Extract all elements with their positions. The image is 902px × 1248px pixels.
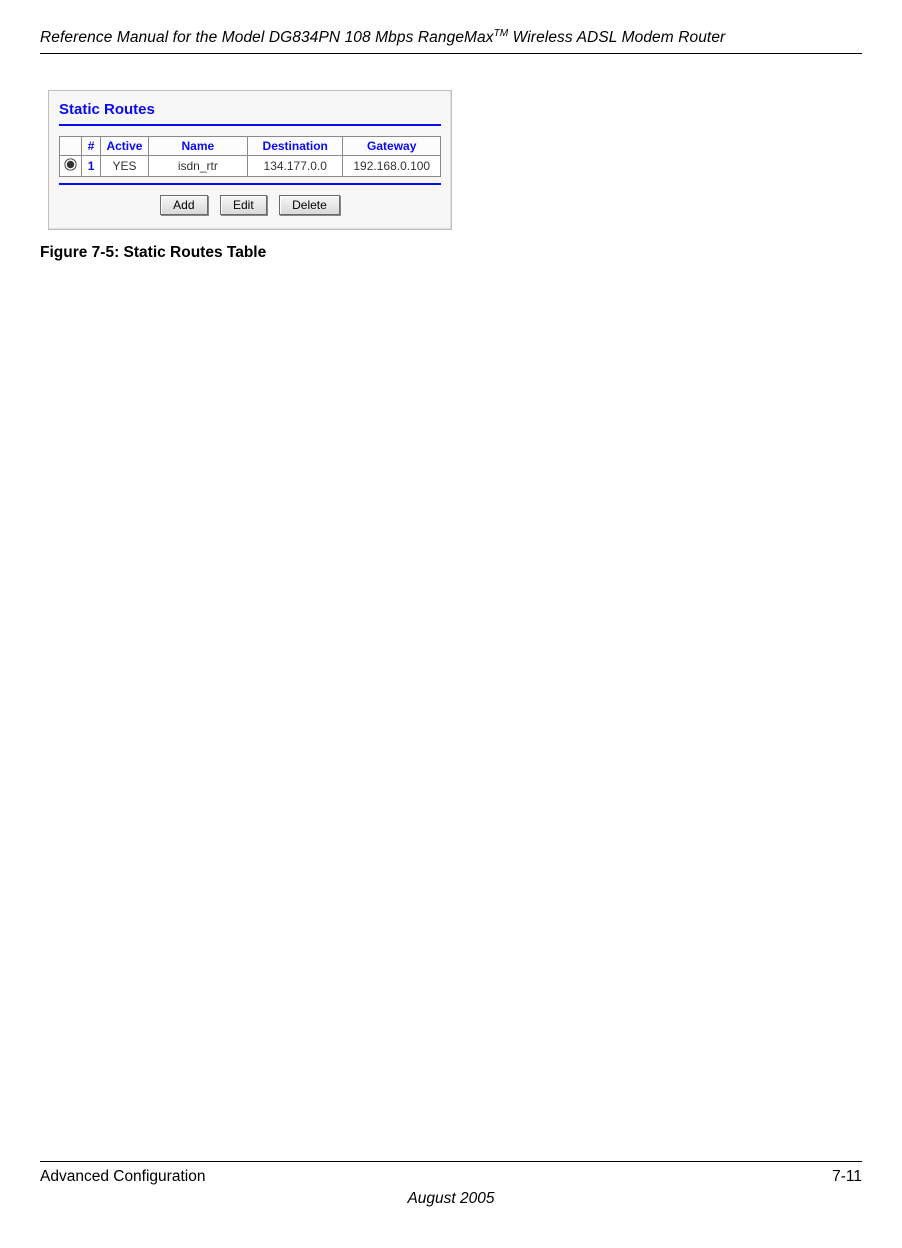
header-rule	[40, 53, 862, 54]
table-header-row: # Active Name Destination Gateway	[60, 137, 441, 156]
figure-caption: Figure 7-5: Static Routes Table	[40, 244, 862, 262]
row-name-cell: isdn_rtr	[148, 156, 247, 177]
static-routes-panel: Static Routes # Active Name Destination …	[48, 90, 452, 230]
header-title-suffix: Wireless ADSL Modem Router	[508, 29, 725, 46]
col-header-destination: Destination	[247, 137, 342, 156]
static-routes-screenshot: Static Routes # Active Name Destination …	[48, 90, 862, 230]
delete-button[interactable]: Delete	[279, 195, 340, 215]
footer-row: Advanced Configuration 7-11	[40, 1168, 862, 1186]
panel-divider-top	[59, 124, 441, 126]
col-header-gateway: Gateway	[343, 137, 441, 156]
page-spacer	[40, 262, 862, 1161]
col-header-radio	[60, 137, 82, 156]
row-num-cell: 1	[82, 156, 101, 177]
row-gateway-cell: 192.168.0.100	[343, 156, 441, 177]
footer-rule	[40, 1161, 862, 1162]
footer-date: August 2005	[40, 1190, 862, 1208]
table-row[interactable]: 1 YES isdn_rtr 134.177.0.0 192.168.0.100	[60, 156, 441, 177]
button-row: Add Edit Delete	[59, 195, 441, 215]
footer-section-title: Advanced Configuration	[40, 1168, 205, 1186]
row-active-cell: YES	[101, 156, 148, 177]
footer-page-number: 7-11	[832, 1168, 862, 1186]
add-button[interactable]: Add	[160, 195, 207, 215]
col-header-active: Active	[101, 137, 148, 156]
row-radio-cell[interactable]	[60, 156, 82, 177]
static-routes-table: # Active Name Destination Gateway 1 YES	[59, 136, 441, 177]
page-header: Reference Manual for the Model DG834PN 1…	[40, 28, 862, 47]
col-header-name: Name	[148, 137, 247, 156]
col-header-num: #	[82, 137, 101, 156]
panel-divider-bottom	[59, 183, 441, 185]
row-select-radio[interactable]	[64, 158, 76, 170]
row-destination-cell: 134.177.0.0	[247, 156, 342, 177]
header-title-prefix: Reference Manual for the Model DG834PN 1…	[40, 29, 494, 46]
edit-button[interactable]: Edit	[220, 195, 267, 215]
panel-title: Static Routes	[59, 101, 441, 118]
trademark-symbol: TM	[494, 28, 509, 39]
